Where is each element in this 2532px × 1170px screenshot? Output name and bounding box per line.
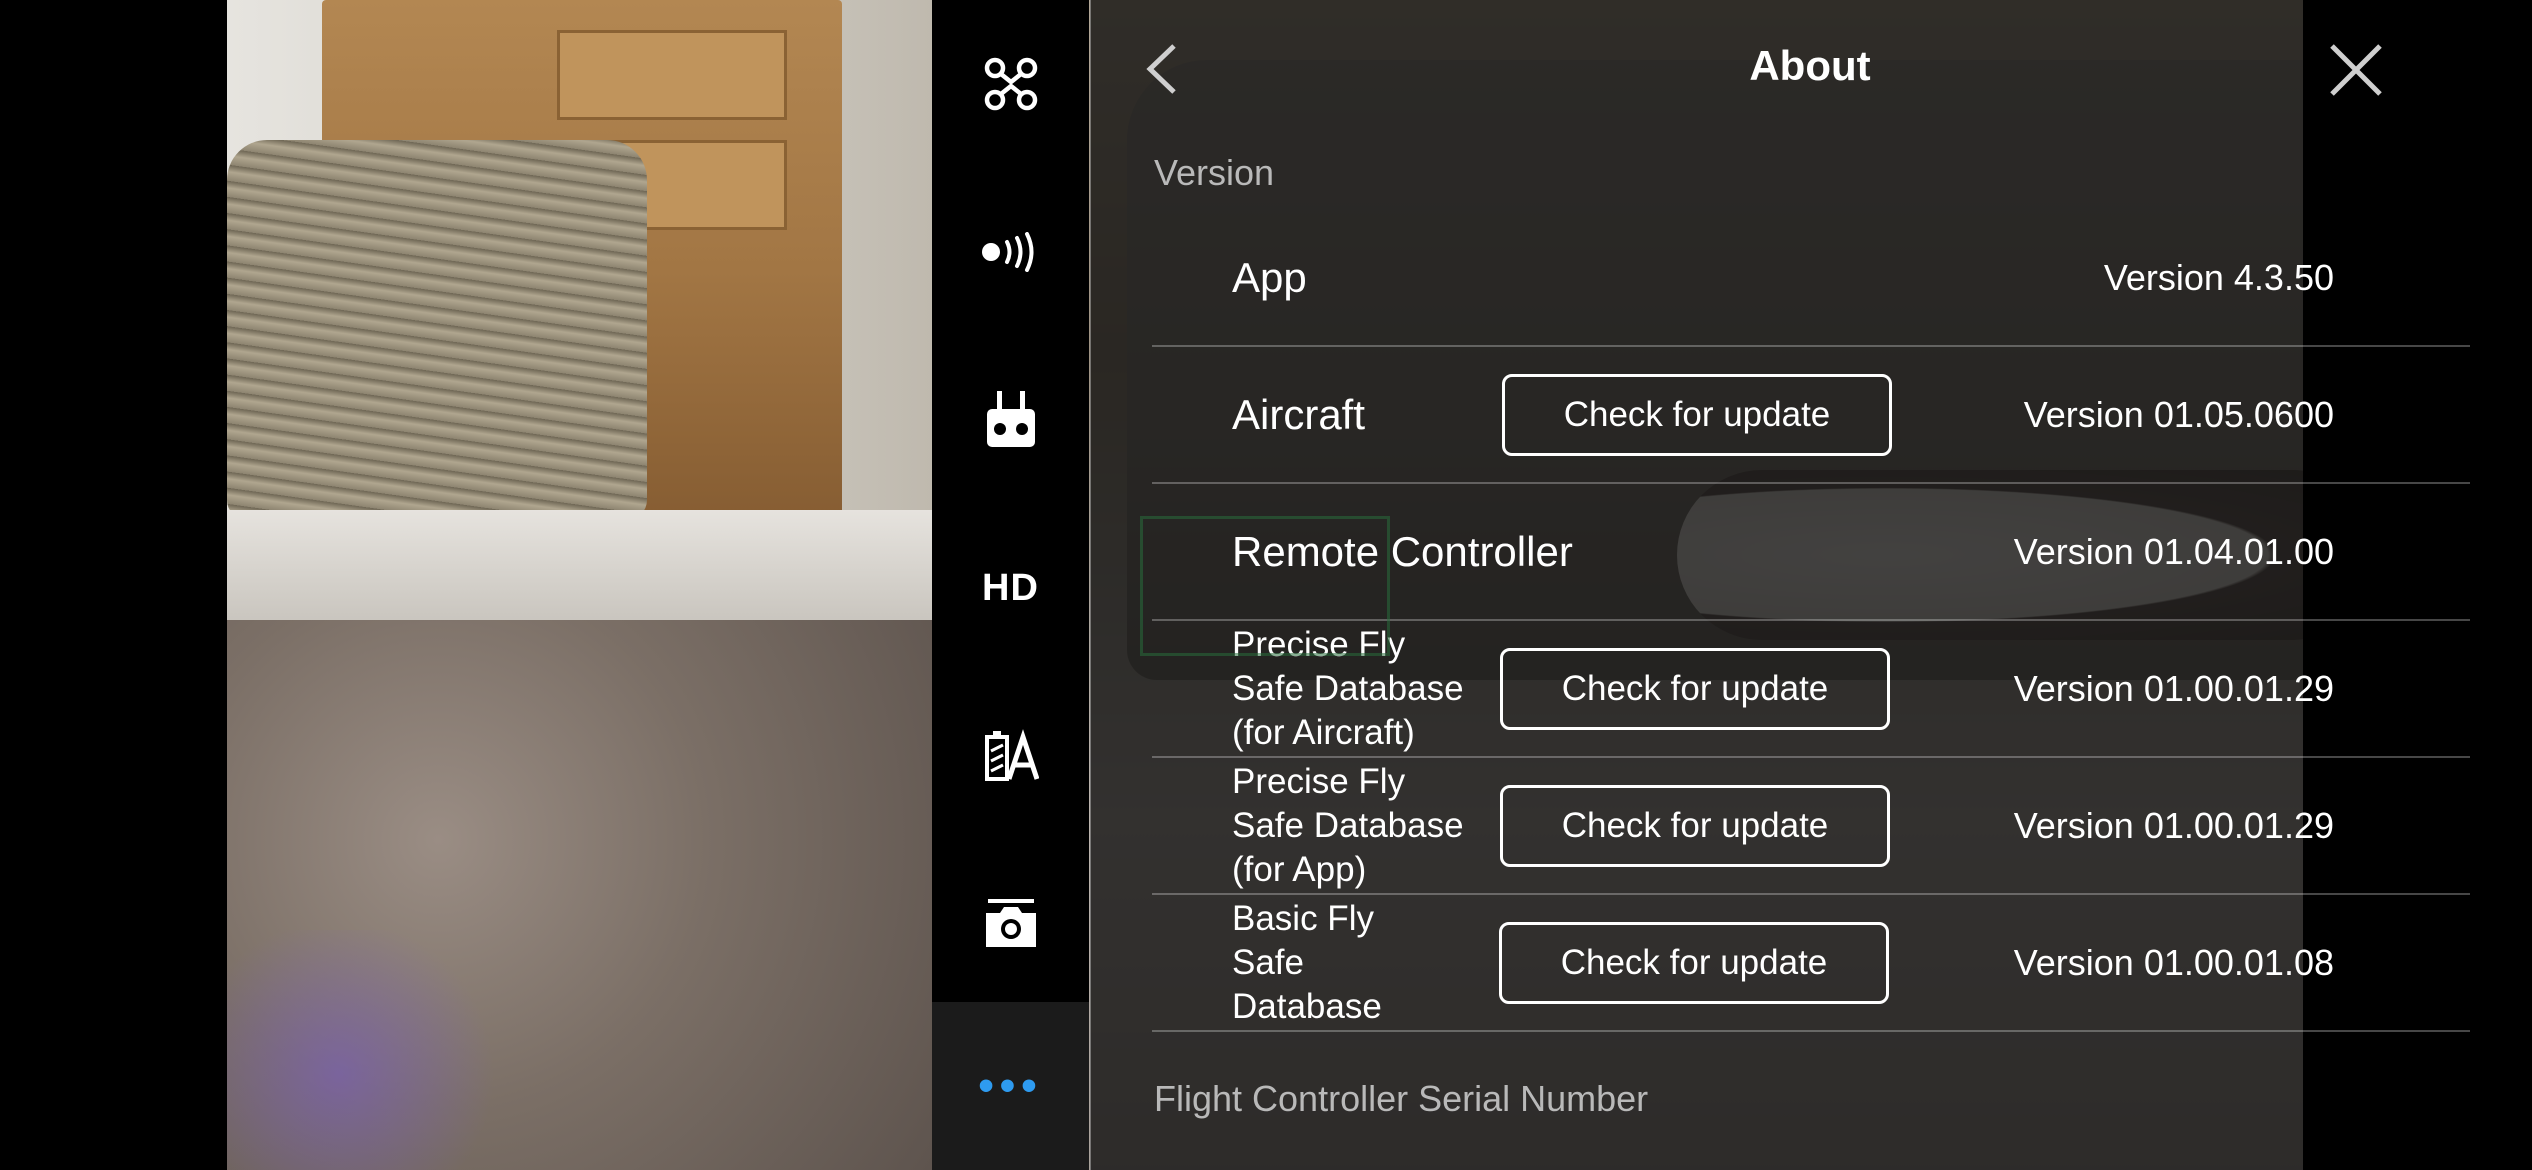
signal-icon (981, 232, 1033, 272)
remote-controller-icon (986, 391, 1035, 447)
row-version: Version 01.00.01.29 (2013, 667, 2334, 709)
feed-drawer (557, 30, 787, 120)
version-row-basic-fly-safe: Basic Fly Safe Database Check for update… (1152, 895, 2470, 1032)
camera-focus-box (1140, 516, 1390, 656)
row-label: Aircraft (1232, 390, 1366, 438)
serial-section-label: Flight Controller Serial Number (1154, 1078, 1649, 1119)
basic-db-check-update-button[interactable]: Check for update (1499, 921, 1889, 1004)
settings-side-nav: HD ••• (932, 0, 1089, 1170)
page-title: About (1749, 42, 1871, 89)
row-version: Version 01.00.01.08 (2013, 941, 2334, 983)
nav-battery[interactable] (932, 672, 1089, 840)
row-label: App (1232, 253, 1307, 301)
version-row-aircraft: Aircraft Check for update Version 01.05.… (1152, 347, 2470, 484)
close-icon (2330, 44, 2382, 96)
precise-db-app-check-update-button[interactable]: Check for update (1500, 784, 1890, 867)
more-dots-icon: ••• (978, 1061, 1043, 1110)
hd-label: HD (982, 566, 1039, 609)
nav-remote-controller[interactable] (932, 336, 1089, 504)
close-button[interactable] (2328, 42, 2384, 98)
nav-hd[interactable]: HD (932, 504, 1089, 672)
row-version: Version 01.00.01.29 (2013, 804, 2334, 846)
feed-artifact (227, 930, 507, 1170)
row-label: Basic Fly Safe Database (1232, 898, 1382, 1026)
nav-signal[interactable] (932, 168, 1089, 336)
row-version: Version 01.04.01.00 (2013, 530, 2334, 572)
row-version: Version 4.3.50 (2103, 256, 2334, 298)
version-section-label: Version (1154, 152, 1275, 193)
panel-divider (1089, 0, 1091, 1170)
version-row-app: App Version 4.3.50 (1152, 210, 2470, 347)
nav-aircraft[interactable] (932, 0, 1089, 168)
feed-step (227, 510, 932, 630)
precise-db-aircraft-check-update-button[interactable]: Check for update (1500, 647, 1890, 730)
row-version: Version 01.05.0600 (2023, 393, 2334, 435)
row-label: Precise Fly Safe Database (for App) (1232, 761, 1464, 889)
version-row-precise-fly-safe-app: Precise Fly Safe Database (for App) Chec… (1152, 758, 2470, 895)
nav-more[interactable]: ••• (932, 1002, 1089, 1170)
aircraft-icon (984, 57, 1037, 111)
battery-icon (984, 729, 1039, 781)
feed-basket (227, 140, 647, 520)
aircraft-check-update-button[interactable]: Check for update (1502, 373, 1892, 456)
nav-camera[interactable] (932, 840, 1089, 1008)
camera-icon (985, 899, 1036, 947)
